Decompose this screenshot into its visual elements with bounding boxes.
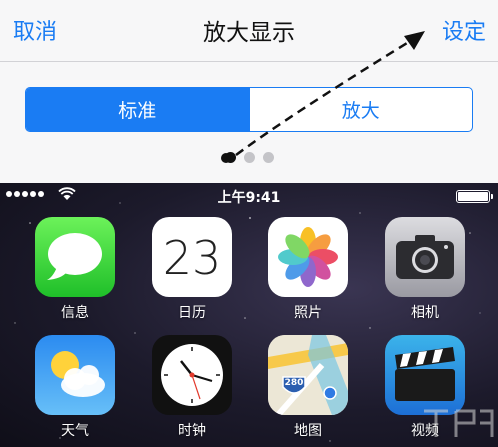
photos-icon bbox=[268, 217, 348, 297]
page-indicator[interactable] bbox=[0, 152, 498, 163]
app-label: 时钟 bbox=[178, 423, 206, 439]
set-button[interactable]: 设定 bbox=[442, 14, 486, 46]
page-dot-2 bbox=[243, 152, 255, 163]
app-label: 地图 bbox=[294, 423, 322, 439]
calendar-day-number: 23 bbox=[162, 231, 222, 285]
status-time: 上午9:41 bbox=[217, 190, 281, 206]
app-label: 照片 bbox=[294, 305, 322, 321]
app-photos[interactable]: 照片 bbox=[268, 217, 348, 322]
app-camera[interactable]: 相机 bbox=[385, 217, 465, 322]
battery-icon bbox=[456, 190, 493, 203]
maps-route-shield-text: 280 bbox=[284, 378, 304, 388]
calendar-icon: 23 bbox=[152, 217, 232, 297]
maps-icon: 280 bbox=[268, 335, 348, 415]
app-calendar[interactable]: 23 日历 bbox=[152, 217, 232, 322]
camera-icon bbox=[385, 217, 465, 297]
display-zoom-segmented-control: 标准 放大 bbox=[25, 87, 473, 132]
navigation-bar: 取消 放大显示 设定 bbox=[0, 0, 498, 62]
messages-icon bbox=[35, 217, 115, 297]
segment-standard[interactable]: 标准 bbox=[26, 88, 249, 131]
app-weather[interactable]: 天气 bbox=[35, 335, 115, 440]
app-messages[interactable]: 信息 bbox=[35, 217, 115, 322]
app-label: 信息 bbox=[61, 305, 89, 321]
page-dot-1 bbox=[224, 152, 236, 163]
weather-icon bbox=[35, 335, 115, 415]
page-dot-3 bbox=[262, 152, 274, 163]
clock-icon bbox=[152, 335, 232, 415]
app-label: 日历 bbox=[178, 305, 206, 321]
app-label: 天气 bbox=[61, 423, 89, 439]
watermark-logo bbox=[424, 409, 494, 437]
app-clock[interactable]: 时钟 bbox=[152, 335, 232, 440]
home-screen-preview[interactable]: 上午9:41 信息 23 日历 照片 相机 天气 时钟 280 地图 视频 bbox=[0, 183, 498, 447]
status-bar: 上午9:41 bbox=[0, 183, 498, 209]
app-maps[interactable]: 280 地图 bbox=[268, 335, 348, 440]
segment-zoomed[interactable]: 放大 bbox=[248, 88, 473, 131]
page-title: 放大显示 bbox=[203, 20, 295, 46]
app-label: 相机 bbox=[411, 305, 439, 321]
